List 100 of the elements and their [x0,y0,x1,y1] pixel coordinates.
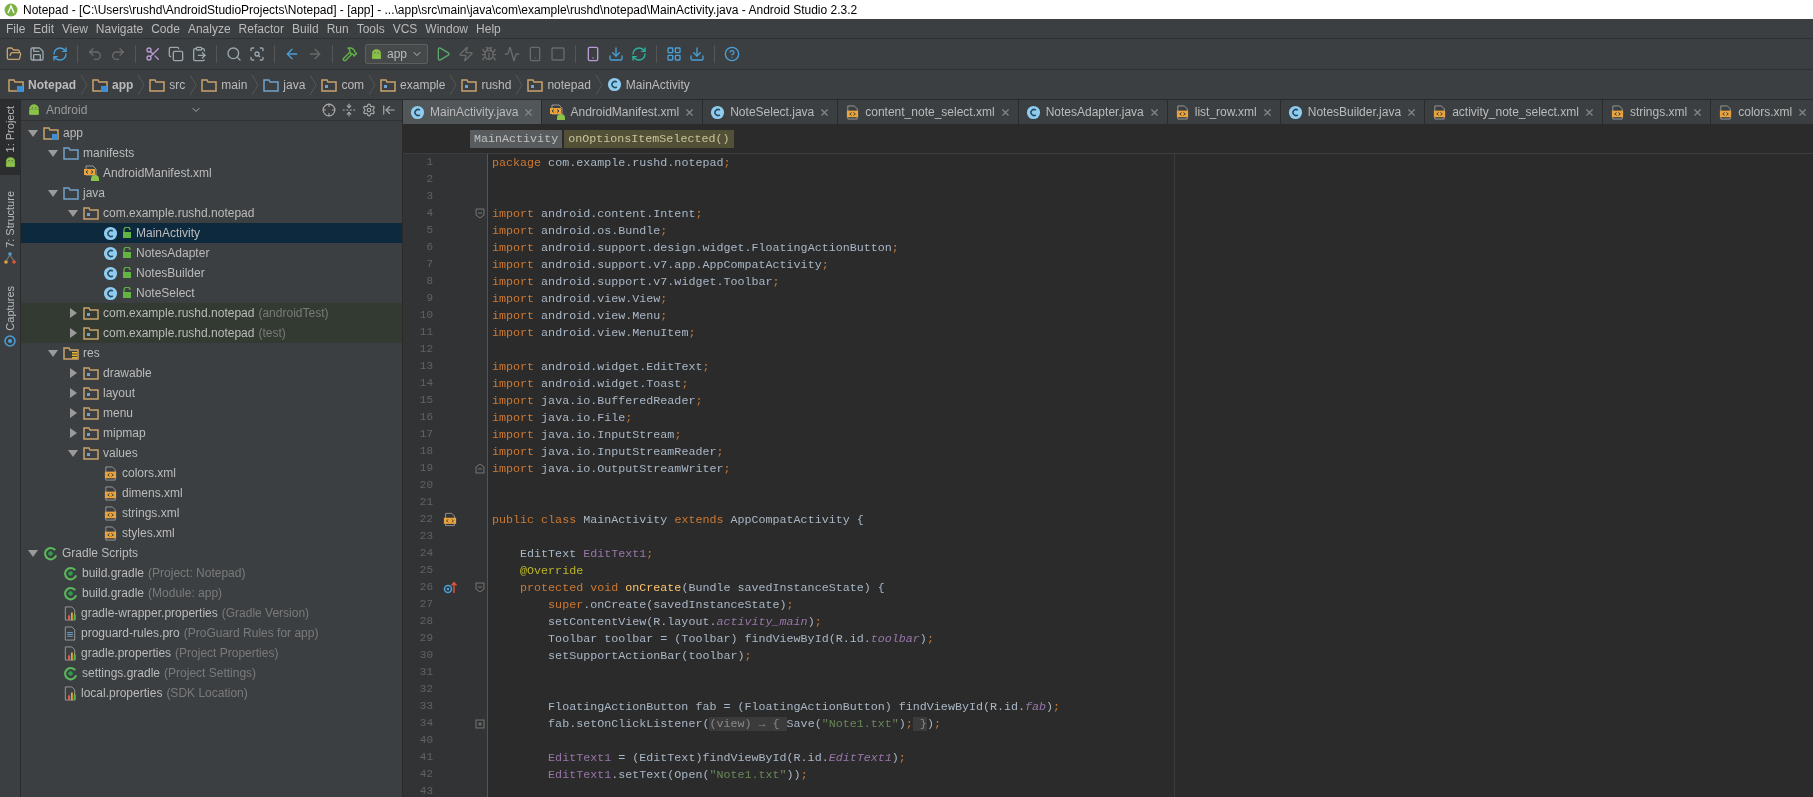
copy-icon[interactable] [168,46,184,62]
breadcrumb[interactable]: main [201,77,248,92]
collapse-arrow-icon[interactable] [27,127,39,139]
editor-tab[interactable]: content_note_select.xml [838,100,1019,124]
tree-item[interactable]: layout [21,383,402,403]
expand-arrow-icon[interactable] [67,407,79,419]
menu-title[interactable]: Help [472,21,505,36]
editor-tab[interactable]: MainActivity.java [403,100,543,124]
expand-arrow-icon[interactable] [67,367,79,379]
tree-item[interactable]: build.gradle (Project: Notepad) [21,563,402,583]
fold-marker-icon[interactable] [475,463,485,474]
apply-changes-icon[interactable] [458,46,475,62]
project-view-dropdown[interactable]: Android [27,103,202,117]
collapse-arrow-icon[interactable] [47,147,59,159]
breadcrumb[interactable]: app [92,77,134,92]
editor-tab[interactable]: activity_note_select.xml [1425,100,1603,124]
collapse-arrow-icon[interactable] [47,347,59,359]
project-structure-icon[interactable] [666,46,683,62]
breadcrumb[interactable]: notepad [527,77,591,92]
tree-item[interactable]: app [21,123,402,143]
save-icon[interactable] [29,46,45,62]
menu-title[interactable]: File [2,21,30,36]
breadcrumb[interactable]: rushd [461,77,512,92]
profile-icon[interactable] [504,46,521,62]
tree-item[interactable]: menu [21,403,402,423]
expand-arrow-icon[interactable] [67,387,79,399]
editor-tab[interactable]: strings.xml [1602,100,1712,124]
tree-item[interactable]: styles.xml [21,523,402,543]
tree-item[interactable]: java [21,183,402,203]
menu-title[interactable]: View [58,21,92,36]
replace-icon[interactable] [249,46,265,62]
tree-item[interactable]: dimens.xml [21,483,402,503]
menu-title[interactable]: Code [147,21,184,36]
breadcrumb[interactable]: example [380,77,446,92]
breadcrumb[interactable]: src [149,77,186,92]
close-icon[interactable] [1797,106,1809,118]
tree-item[interactable]: manifests [21,143,402,163]
help-icon[interactable] [724,46,741,62]
editor-tab[interactable]: AndroidManifest.xml [542,100,704,124]
menu-title[interactable]: Build [287,21,323,36]
breadcrumb[interactable]: MainActivity [606,77,690,92]
tree-item[interactable]: gradle-wrapper.properties (Gradle Version) [21,603,402,623]
tree-item[interactable]: res [21,343,402,363]
tree-item[interactable]: gradle.properties (Project Properties) [21,643,402,663]
tree-item[interactable]: com.example.rushd.notepad (test) [21,323,402,343]
tree-item[interactable]: NoteSelect [21,283,402,303]
menu-title[interactable]: Navigate [91,21,148,36]
tree-item[interactable]: colors.xml [21,463,402,483]
find-icon[interactable] [226,46,242,62]
cut-icon[interactable] [145,46,161,62]
close-icon[interactable] [1261,106,1273,118]
breadcrumb[interactable]: Notepad [8,77,76,92]
menu-title[interactable]: Edit [29,21,59,36]
tree-item[interactable]: NotesAdapter [21,243,402,263]
tree-item[interactable]: drawable [21,363,402,383]
menu-title[interactable]: Run [322,21,353,36]
back-icon[interactable] [284,46,300,62]
tree-item[interactable]: mipmap [21,423,402,443]
editor-tab[interactable]: NotesAdapter.java [1018,100,1168,124]
tree-item[interactable]: local.properties (SDK Location) [21,683,402,703]
unfold-marker-icon[interactable] [475,718,485,729]
build-icon[interactable] [342,46,358,62]
editor-tab[interactable]: colors.xml [1711,100,1813,124]
collapse-arrow-icon[interactable] [67,447,79,459]
menu-title[interactable]: VCS [388,21,422,36]
collapse-arrow-icon[interactable] [67,207,79,219]
breadcrumb[interactable]: com [321,77,365,92]
tree-item[interactable]: Gradle Scripts [21,543,402,563]
tree-item[interactable]: NotesBuilder [21,263,402,283]
paste-icon[interactable] [191,46,207,62]
locate-icon[interactable] [322,103,336,117]
expand-arrow-icon[interactable] [67,327,79,339]
close-icon[interactable] [1583,106,1595,118]
override-marker-icon[interactable] [443,581,457,594]
tree-item[interactable]: com.example.rushd.notepad [21,203,402,223]
fold-marker-icon[interactable] [475,582,485,593]
menu-title[interactable]: Tools [352,21,389,36]
tool-window-button[interactable]: Captures [0,280,20,353]
code-breadcrumb[interactable]: onOptionsItemSelected() [564,130,734,148]
menu-title[interactable]: Window [421,21,473,36]
breadcrumb[interactable]: java [263,77,306,92]
run-configuration-dropdown[interactable]: app [365,44,429,64]
tree-item[interactable]: build.gradle (Module: app) [21,583,402,603]
collapse-arrow-icon[interactable] [27,547,39,559]
debug-icon[interactable] [481,46,498,62]
close-icon[interactable] [999,106,1011,118]
editor-tab[interactable]: list_row.xml [1167,100,1281,124]
expand-arrow-icon[interactable] [67,307,79,319]
tool-window-button[interactable]: 7: Structure [0,185,20,271]
settings-icon[interactable] [362,103,376,117]
menu-title[interactable]: Analyze [183,21,235,36]
close-icon[interactable] [684,106,696,118]
close-icon[interactable] [1406,106,1418,118]
tree-item[interactable]: values [21,443,402,463]
expand-arrow-icon[interactable] [67,427,79,439]
code-breadcrumb[interactable]: MainActivity [470,130,563,148]
fold-marker-icon[interactable] [475,208,485,219]
close-icon[interactable] [523,106,535,118]
folder-open-icon[interactable] [6,46,22,62]
menu-title[interactable]: Refactor [234,21,288,36]
